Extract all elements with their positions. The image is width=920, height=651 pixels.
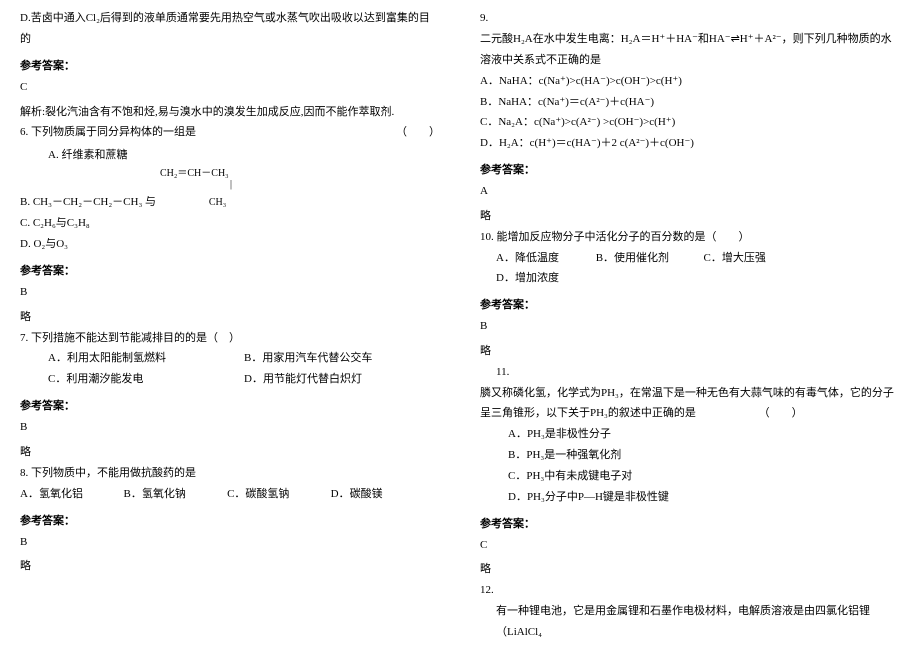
- q6-title: 6. 下列物质属于同分异构体的一组是: [20, 126, 196, 138]
- q8-opt-a: A．氢氧化铝: [20, 484, 121, 505]
- q11-paren: （ ）: [699, 407, 803, 419]
- q6-opt-b: B. CH₃－CH₂－CH₂－CH₃ 与: [20, 196, 156, 208]
- q11-opt-c: C．PH₃中有未成键电子对: [480, 466, 900, 487]
- q7-opt-a: A．利用太阳能制氢燃料: [48, 348, 244, 369]
- q6-opt-d: D. O₂与O₃: [20, 234, 440, 255]
- q9-opt-c: C．Na₂A：c(Na⁺)>c(A²⁻) >c(OH⁻)>c(H⁺): [480, 112, 900, 133]
- answer-10: B: [480, 316, 900, 337]
- q10-opt-a: A．降低温度: [496, 248, 593, 269]
- q5-option-d: D.苦卤中通入Cl₂后得到的液单质通常要先用热空气或水蒸气吹出吸收以达到富集的目…: [20, 8, 440, 50]
- q8-opt-d: D．碳酸镁: [331, 484, 432, 505]
- q11-body: 膦又称磷化氢，化学式为PH₃，在常温下是一种无色有大蒜气味的有毒气体，它的分子呈…: [480, 387, 894, 420]
- q9-opt-a: A．NaHA：c(Na⁺)>c(HA⁻)>c(OH⁻)>c(H⁺): [480, 71, 900, 92]
- q7-opt-d: D．用节能灯代替白炽灯: [244, 369, 440, 390]
- q7-opt-c: C．利用潮汐能发电: [48, 369, 244, 390]
- q9-num: 9.: [480, 8, 900, 29]
- answer-label-6: 参考答案：: [20, 261, 440, 282]
- q7-title: 7. 下列措施不能达到节能减排目的的是（ ）: [20, 328, 440, 349]
- q9-opt-d: D．H₂A：c(H⁺)＝c(HA⁻)＋2 c(A²⁻)＋c(OH⁻): [480, 133, 900, 154]
- answer-9: A: [480, 181, 900, 202]
- q8-opt-c: C．碳酸氢钠: [227, 484, 328, 505]
- answer-11: C: [480, 535, 900, 556]
- lue-6: 略: [20, 307, 440, 328]
- q10-opt-c: C．增大压强: [703, 248, 800, 269]
- answer-label-9: 参考答案：: [480, 160, 900, 181]
- answer-label-8: 参考答案：: [20, 511, 440, 532]
- left-column: D.苦卤中通入Cl₂后得到的液单质通常要先用热空气或水蒸气吹出吸收以达到富集的目…: [20, 8, 440, 643]
- formula-line2: |: [160, 179, 440, 190]
- answer-8: B: [20, 532, 440, 553]
- answer-5: C: [20, 77, 440, 98]
- q8-title: 8. 下列物质中，不能用做抗酸药的是: [20, 463, 440, 484]
- answer-label-11: 参考答案：: [480, 514, 900, 535]
- lue-8: 略: [20, 556, 440, 577]
- formula-line1: CH₂＝CH－CH₃: [160, 168, 440, 179]
- q6-opt-a: A. 纤维素和蔗糖: [20, 145, 440, 166]
- right-column: 9. 二元酸H₂A在水中发生电离：H₂A＝H⁺＋HA⁻和HA⁻⇌H⁺＋A²⁻，则…: [480, 8, 900, 643]
- q7-row1: A．利用太阳能制氢燃料 B．用家用汽车代替公交车: [20, 348, 440, 369]
- q11-opt-d: D．PH₃分子中P—H键是非极性键: [480, 487, 900, 508]
- q6-opt-b-row: B. CH₃－CH₂－CH₂－CH₃ 与 CH₃: [20, 192, 440, 213]
- q8-opt-b: B．氢氧化钠: [124, 484, 225, 505]
- answer-6: B: [20, 282, 440, 303]
- q11-opt-a: A．PH₃是非极性分子: [480, 424, 900, 445]
- q10-title: 10. 能增加反应物分子中活化分子的百分数的是（ ）: [480, 227, 900, 248]
- q11-num: 11.: [480, 362, 900, 383]
- q12-body: 有一种锂电池，它是用金属锂和石墨作电极材料，电解质溶液是由四氯化铝锂（LiAlC…: [480, 601, 900, 643]
- q9-body: 二元酸H₂A在水中发生电离：H₂A＝H⁺＋HA⁻和HA⁻⇌H⁺＋A²⁻，则下列几…: [480, 29, 900, 71]
- answer-label-10: 参考答案：: [480, 295, 900, 316]
- q7-opt-b: B．用家用汽车代替公交车: [244, 348, 440, 369]
- formula-line3: CH₃: [159, 197, 226, 208]
- q6-blank: （ ）: [396, 122, 440, 143]
- lue-7: 略: [20, 442, 440, 463]
- lue-10: 略: [480, 341, 900, 362]
- q8-opts: A．氢氧化铝 B．氢氧化钠 C．碳酸氢钠 D．碳酸镁: [20, 484, 440, 505]
- q6-formula: CH₂＝CH－CH₃ |: [20, 168, 440, 190]
- explain-5: 解析:裂化汽油含有不饱和烃,易与溴水中的溴发生加成反应,因而不能作萃取剂.: [20, 102, 440, 123]
- lue-9: 略: [480, 206, 900, 227]
- q11-opt-b: B．PH₃是一种强氧化剂: [480, 445, 900, 466]
- q6-opt-c: C. C₂H₆与C₃H₈: [20, 213, 440, 234]
- answer-7: B: [20, 417, 440, 438]
- q10-opts: A．降低温度 B．使用催化剂 C．增大压强 D．增加浓度: [480, 248, 900, 290]
- lue-11: 略: [480, 559, 900, 580]
- q10-opt-b: B．使用催化剂: [596, 248, 701, 269]
- answer-label: 参考答案：: [20, 56, 440, 77]
- q11-body-wrap: 膦又称磷化氢，化学式为PH₃，在常温下是一种无色有大蒜气味的有毒气体，它的分子呈…: [480, 383, 900, 425]
- q9-opt-b: B．NaHA：c(Na⁺)＝c(A²⁻)＋c(HA⁻): [480, 92, 900, 113]
- answer-label-7: 参考答案：: [20, 396, 440, 417]
- q12-num: 12.: [480, 580, 900, 601]
- q7-row2: C．利用潮汐能发电 D．用节能灯代替白炽灯: [20, 369, 440, 390]
- q10-opt-d: D．增加浓度: [496, 268, 593, 289]
